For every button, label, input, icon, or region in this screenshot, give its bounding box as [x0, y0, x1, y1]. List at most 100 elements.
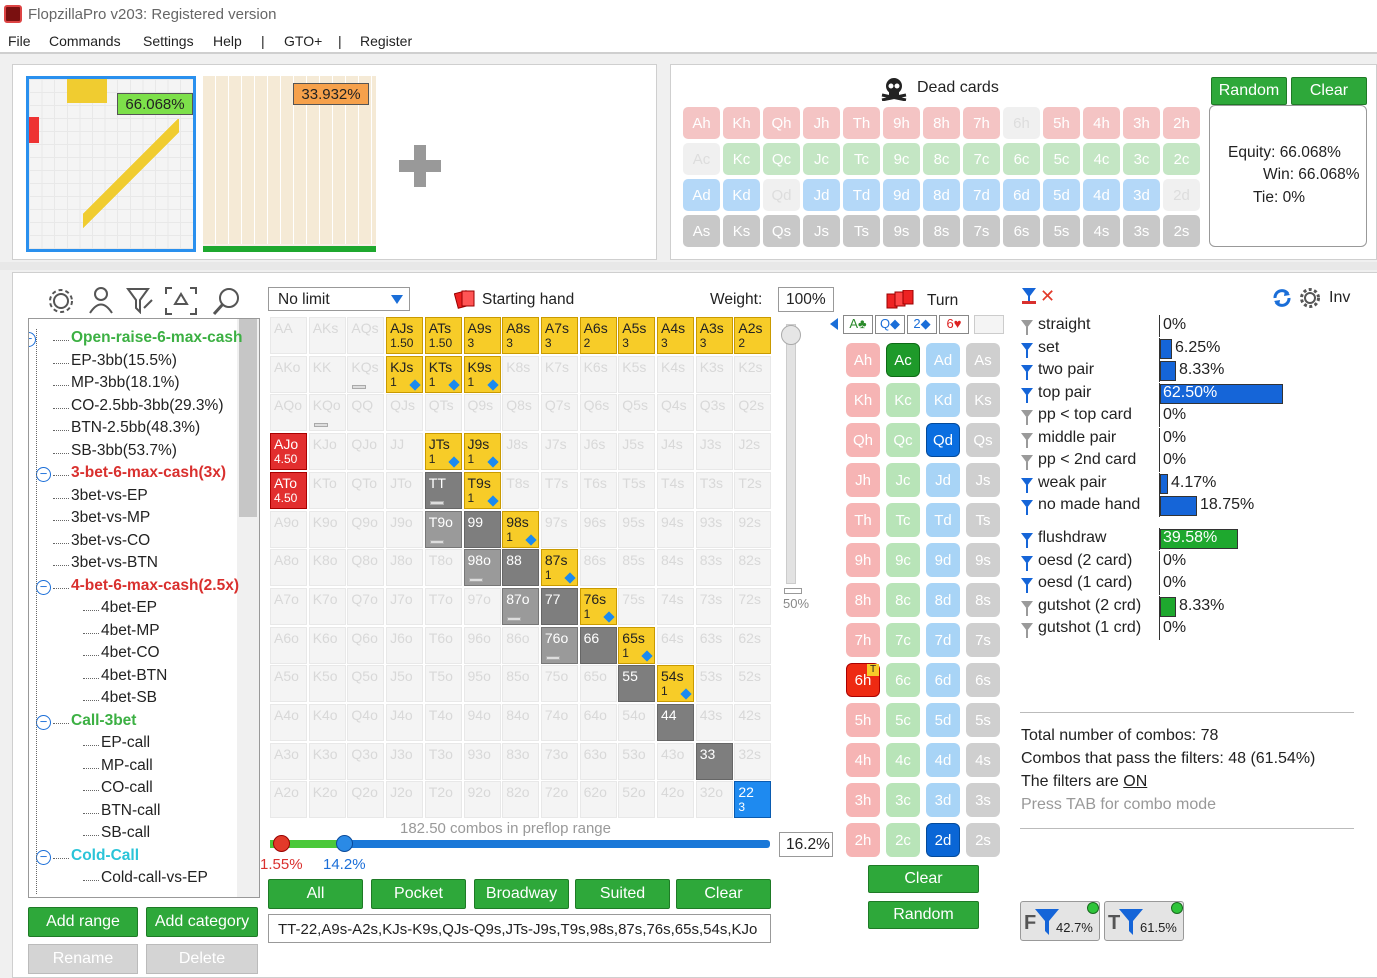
matrix-cell-KTs[interactable]: KTs 1: [424, 355, 462, 393]
matrix-cell-Q7s[interactable]: Q7s: [540, 394, 578, 432]
turn-card-Td[interactable]: Td: [926, 503, 960, 537]
tree-item[interactable]: Call-3bet: [71, 712, 136, 730]
matrix-cell-J7o[interactable]: J7o: [386, 587, 424, 625]
matrix-cell-T8s[interactable]: T8s: [502, 471, 540, 509]
matrix-cell-T6s[interactable]: T6s: [579, 471, 617, 509]
dead-card-Jh[interactable]: Jh: [803, 107, 840, 139]
turn-card-Qd[interactable]: Qd: [926, 423, 960, 457]
turn-card-Jh[interactable]: Jh: [846, 463, 880, 497]
turn-card-6s[interactable]: 6s: [966, 663, 1000, 697]
turn-card-Th[interactable]: Th: [846, 503, 880, 537]
tree-item[interactable]: CO-2.5bb-3bb(29.3%): [71, 397, 224, 415]
range-text-input[interactable]: TT-22,A9s-A2s,KJs-K9s,QJs-Q9s,JTs-J9s,T9…: [268, 914, 771, 943]
tree-item[interactable]: 3bet-vs-BTN: [71, 554, 158, 572]
tree-item[interactable]: 4-bet-6-max-cash(2.5x): [71, 577, 239, 595]
turn-card-7h[interactable]: 7h: [846, 623, 880, 657]
matrix-cell-AKs[interactable]: AKs: [308, 317, 346, 354]
matrix-cell-65o[interactable]: 65o: [579, 665, 617, 703]
matrix-cell-98o[interactable]: 98o: [463, 549, 501, 587]
matrix-cell-85o[interactable]: 85o: [502, 665, 540, 703]
dead-card-2s[interactable]: 2s: [1163, 215, 1200, 247]
dead-card-Ah[interactable]: Ah: [683, 107, 720, 139]
tree-item[interactable]: 3bet-vs-EP: [71, 487, 148, 505]
inv-label[interactable]: Inv: [1329, 289, 1350, 307]
turn-card-4h[interactable]: 4h: [846, 743, 880, 777]
dead-card-2c[interactable]: 2c: [1163, 143, 1200, 175]
matrix-cell-74s[interactable]: 74s: [657, 587, 694, 625]
turn-card-Ac[interactable]: Ac: [886, 343, 920, 377]
dead-card-Jc[interactable]: Jc: [803, 143, 840, 175]
tree-item[interactable]: BTN-call: [101, 802, 160, 820]
range-percent-input[interactable]: 16.2%: [779, 832, 833, 857]
matrix-cell-J7s[interactable]: J7s: [540, 433, 578, 471]
board-card-2[interactable]: Q◆: [875, 315, 905, 334]
matrix-cell-44[interactable]: 44: [657, 704, 694, 741]
turn-card-5h[interactable]: 5h: [846, 703, 880, 737]
tree-item[interactable]: SB-call: [101, 824, 150, 842]
tree-item[interactable]: Cold-call-vs-EP: [101, 869, 208, 887]
matrix-cell-K8s[interactable]: K8s: [502, 355, 540, 393]
dead-card-Ac[interactable]: Ac: [683, 143, 720, 175]
matrix-cell-83o[interactable]: 83o: [502, 742, 540, 780]
dead-card-7c[interactable]: 7c: [963, 143, 1000, 175]
turn-card-3s[interactable]: 3s: [966, 783, 1000, 817]
all-button[interactable]: All: [268, 879, 363, 909]
turn-filter-badge[interactable]: T 61.5%: [1104, 901, 1184, 941]
matrix-cell-84o[interactable]: 84o: [502, 704, 540, 741]
matrix-cell-87o[interactable]: 87o: [502, 587, 540, 625]
matrix-cell-QTo[interactable]: QTo: [347, 471, 385, 509]
dead-card-Ts[interactable]: Ts: [843, 215, 880, 247]
matrix-cell-62s[interactable]: 62s: [734, 626, 772, 664]
matrix-cell-32s[interactable]: 32s: [734, 742, 772, 780]
matrix-cell-93s[interactable]: 93s: [695, 510, 733, 548]
tree-item[interactable]: MP-call: [101, 757, 153, 775]
matrix-cell-82o[interactable]: 82o: [502, 781, 540, 819]
matrix-cell-T7s[interactable]: T7s: [540, 471, 578, 509]
matrix-cell-A5s[interactable]: A5s 3: [618, 317, 656, 354]
dead-card-5h[interactable]: 5h: [1043, 107, 1080, 139]
dead-card-Qh[interactable]: Qh: [763, 107, 800, 139]
matrix-cell-62o[interactable]: 62o: [579, 781, 617, 819]
dead-card-7d[interactable]: 7d: [963, 179, 1000, 211]
matrix-cell-65s[interactable]: 65s 1: [618, 626, 656, 664]
turn-card-5s[interactable]: 5s: [966, 703, 1000, 737]
matrix-cell-66[interactable]: 66: [579, 626, 617, 664]
matrix-cell-T7o[interactable]: T7o: [424, 587, 462, 625]
matrix-cell-T8o[interactable]: T8o: [424, 549, 462, 587]
weight-slider-knob[interactable]: [781, 325, 801, 345]
matrix-cell-K7o[interactable]: K7o: [308, 587, 346, 625]
matrix-cell-KQs[interactable]: KQs: [347, 355, 385, 393]
matrix-cell-Q3s[interactable]: Q3s: [695, 394, 733, 432]
dead-card-6c[interactable]: 6c: [1003, 143, 1040, 175]
tree-item[interactable]: EP-call: [101, 734, 150, 752]
matrix-cell-AA[interactable]: AA: [270, 317, 307, 354]
turn-card-Ts[interactable]: Ts: [966, 503, 1000, 537]
turn-card-2s[interactable]: 2s: [966, 823, 1000, 857]
turn-card-8d[interactable]: 8d: [926, 583, 960, 617]
matrix-cell-K8o[interactable]: K8o: [308, 549, 346, 587]
matrix-cell-85s[interactable]: 85s: [618, 549, 656, 587]
matrix-cell-63o[interactable]: 63o: [579, 742, 617, 780]
menu-help[interactable]: Help: [213, 33, 242, 49]
matrix-cell-72o[interactable]: 72o: [540, 781, 578, 819]
turn-card-3c[interactable]: 3c: [886, 783, 920, 817]
matrix-cell-22[interactable]: 22 3: [734, 781, 772, 819]
matrix-cell-75o[interactable]: 75o: [540, 665, 578, 703]
matrix-cell-97s[interactable]: 97s: [540, 510, 578, 548]
matrix-cell-A6s[interactable]: A6s 2: [579, 317, 617, 354]
tree-item[interactable]: EP-3bb(15.5%): [71, 352, 177, 370]
turn-random-button[interactable]: Random: [868, 901, 979, 929]
matrix-cell-AQs[interactable]: AQs: [347, 317, 385, 354]
matrix-cell-K6s[interactable]: K6s: [579, 355, 617, 393]
dead-card-As[interactable]: As: [683, 215, 720, 247]
weight-input[interactable]: 100%: [778, 287, 834, 312]
turn-card-4d[interactable]: 4d: [926, 743, 960, 777]
matrix-cell-J9s[interactable]: J9s 1: [463, 433, 501, 471]
turn-card-8c[interactable]: 8c: [886, 583, 920, 617]
turn-card-9s[interactable]: 9s: [966, 543, 1000, 577]
dead-card-9s[interactable]: 9s: [883, 215, 920, 247]
turn-clear-button[interactable]: Clear: [868, 865, 979, 893]
matrix-cell-73o[interactable]: 73o: [540, 742, 578, 780]
menu-register[interactable]: Register: [360, 33, 412, 49]
matrix-cell-Q8s[interactable]: Q8s: [502, 394, 540, 432]
